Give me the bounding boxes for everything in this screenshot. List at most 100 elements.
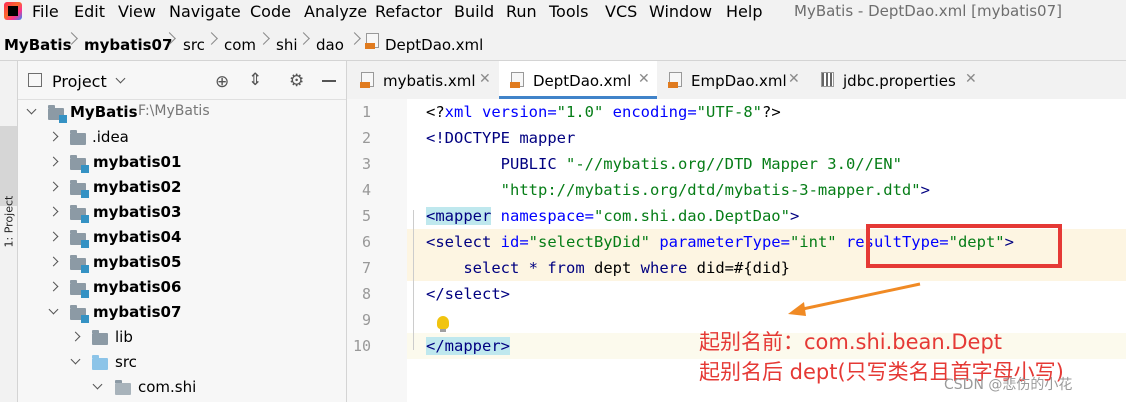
- tree-item-label: lib: [115, 328, 133, 346]
- tree-item[interactable]: mybatis01: [18, 150, 346, 175]
- code-line-7: select * from dept where did=#{did}: [426, 259, 790, 277]
- line-number: 3: [361, 155, 371, 173]
- chevron-down-icon[interactable]: [26, 104, 37, 115]
- chevron-right-icon[interactable]: [48, 206, 59, 217]
- module-folder-icon: [70, 280, 89, 298]
- tree-item[interactable]: mybatis04: [18, 225, 346, 250]
- tree-item[interactable]: .idea: [18, 125, 346, 150]
- properties-file-icon: [821, 72, 834, 87]
- collapse-all-icon[interactable]: ⇕: [248, 70, 262, 90]
- chevron-right-icon: [205, 32, 218, 45]
- tab-label: DeptDao.xml: [533, 72, 632, 90]
- menu-tools[interactable]: Tools: [549, 2, 588, 21]
- package-icon: [115, 380, 131, 395]
- folder-icon: [92, 330, 108, 345]
- chevron-down-icon[interactable]: [115, 73, 126, 84]
- tree-item-label: com.shi: [138, 378, 197, 396]
- editor-tabs: mybatis.xml ✕ DeptDao.xml ✕ EmpDao.xml ✕…: [347, 61, 1126, 100]
- lightbulb-icon[interactable]: [437, 316, 449, 332]
- chevron-down-icon[interactable]: [48, 304, 59, 315]
- chevron-right-icon[interactable]: [70, 331, 81, 342]
- line-number-gutter: 1 2 3 4 5 6 7 8 9 10: [347, 99, 407, 402]
- menu-build[interactable]: Build: [454, 2, 494, 21]
- tree-item-expanded[interactable]: com.shi: [18, 375, 346, 400]
- tab-mybatis-xml[interactable]: mybatis.xml ✕: [347, 61, 497, 99]
- tree-item[interactable]: mybatis03: [18, 200, 346, 225]
- menu-help[interactable]: Help: [726, 2, 762, 21]
- breadcrumb-item[interactable]: DeptDao.xml: [385, 36, 483, 54]
- tree-item-label: MyBatis: [70, 103, 138, 121]
- chevron-right-icon[interactable]: [48, 256, 59, 267]
- close-icon[interactable]: ✕: [638, 71, 650, 87]
- chevron-right-icon[interactable]: [48, 231, 59, 242]
- close-icon[interactable]: ✕: [788, 71, 800, 87]
- gear-icon[interactable]: ⚙: [289, 71, 304, 91]
- line-number: 4: [361, 181, 371, 199]
- tree-item[interactable]: mybatis02: [18, 175, 346, 200]
- tree-item-label: src: [115, 353, 137, 371]
- menu-run[interactable]: Run: [506, 2, 537, 21]
- tree-item[interactable]: lib: [18, 325, 346, 350]
- line-number: 10: [352, 337, 371, 355]
- menu-window[interactable]: Window: [649, 2, 712, 21]
- menu-refactor[interactable]: Refactor: [375, 2, 442, 21]
- tab-jdbc-properties[interactable]: jdbc.properties ✕: [811, 61, 981, 99]
- chevron-down-icon[interactable]: [70, 354, 81, 365]
- project-panel-title[interactable]: Project: [52, 72, 107, 91]
- chevron-right-icon[interactable]: [48, 131, 59, 142]
- code-line-5: <mapper namespace="com.shi.dao.DeptDao">: [426, 207, 800, 225]
- menu-vcs[interactable]: VCS: [605, 2, 637, 21]
- close-icon[interactable]: ✕: [479, 71, 491, 87]
- minimize-icon[interactable]: [322, 80, 336, 82]
- tree-item-path: F:\MyBatis: [138, 103, 210, 119]
- module-folder-icon: [70, 230, 89, 248]
- annotation-text: 起别名前：com.shi.bean.Dept: [699, 330, 1003, 354]
- code-line-4: "http://mybatis.org/dtd/mybatis-3-mapper…: [500, 181, 930, 199]
- menu-navigate[interactable]: Navigate: [169, 2, 241, 21]
- menu-code[interactable]: Code: [250, 2, 291, 21]
- breadcrumb-item[interactable]: shi: [276, 36, 298, 54]
- menu-file[interactable]: File: [32, 2, 59, 21]
- breadcrumb-item[interactable]: src: [183, 36, 205, 54]
- menu-view[interactable]: View: [118, 2, 156, 21]
- tree-item[interactable]: mybatis06: [18, 275, 346, 300]
- line-number: 2: [361, 129, 371, 147]
- locate-icon[interactable]: ⊕: [215, 72, 229, 92]
- tab-empdao-xml[interactable]: EmpDao.xml ✕: [659, 61, 809, 99]
- tree-item-label: mybatis05: [93, 253, 182, 271]
- project-tool-button[interactable]: 1: Project: [0, 126, 17, 248]
- chevron-down-icon[interactable]: [92, 379, 103, 390]
- xml-file-icon: [360, 72, 374, 88]
- chevron-right-icon[interactable]: [48, 181, 59, 192]
- breadcrumb-item[interactable]: com: [224, 36, 256, 54]
- folder-icon: [70, 130, 86, 145]
- xml-file-icon: [510, 72, 524, 88]
- tab-label: mybatis.xml: [383, 72, 476, 90]
- close-icon[interactable]: ✕: [965, 71, 977, 87]
- breadcrumb: MyBatis mybatis07 src com shi dao DeptDa…: [0, 24, 1126, 61]
- module-folder-icon: [70, 305, 89, 323]
- chevron-right-icon[interactable]: [48, 281, 59, 292]
- code-line-3: PUBLIC "-//mybatis.org//DTD Mapper 3.0//…: [426, 155, 902, 173]
- tree-item[interactable]: mybatis05: [18, 250, 346, 275]
- tree-item-label: mybatis06: [93, 278, 182, 296]
- breadcrumb-item[interactable]: mybatis07: [84, 36, 172, 54]
- tree-item-root[interactable]: MyBatis F:\MyBatis: [18, 100, 346, 125]
- module-folder-icon: [70, 205, 89, 223]
- breadcrumb-item[interactable]: MyBatis: [4, 36, 72, 54]
- tree-item-label: mybatis01: [93, 153, 182, 171]
- code-line-1: <?xml version="1.0" encoding="UTF-8"?>: [426, 103, 781, 121]
- breadcrumb-item[interactable]: dao: [316, 36, 344, 54]
- tree-item-expanded[interactable]: src: [18, 350, 346, 375]
- menu-bar: File Edit View Navigate Code Analyze Ref…: [0, 0, 1126, 24]
- tab-label: EmpDao.xml: [691, 72, 787, 90]
- chevron-right-icon[interactable]: [48, 156, 59, 167]
- menu-analyze[interactable]: Analyze: [304, 2, 367, 21]
- code-line-8: </select>: [426, 285, 510, 303]
- annotation-highlight-box: [866, 224, 1062, 268]
- tree-item-expanded[interactable]: mybatis07: [18, 300, 346, 325]
- menu-edit[interactable]: Edit: [74, 2, 105, 21]
- tab-deptdao-xml[interactable]: DeptDao.xml ✕: [499, 61, 657, 99]
- tree-item-label: mybatis07: [93, 303, 182, 321]
- line-number: 9: [361, 311, 371, 329]
